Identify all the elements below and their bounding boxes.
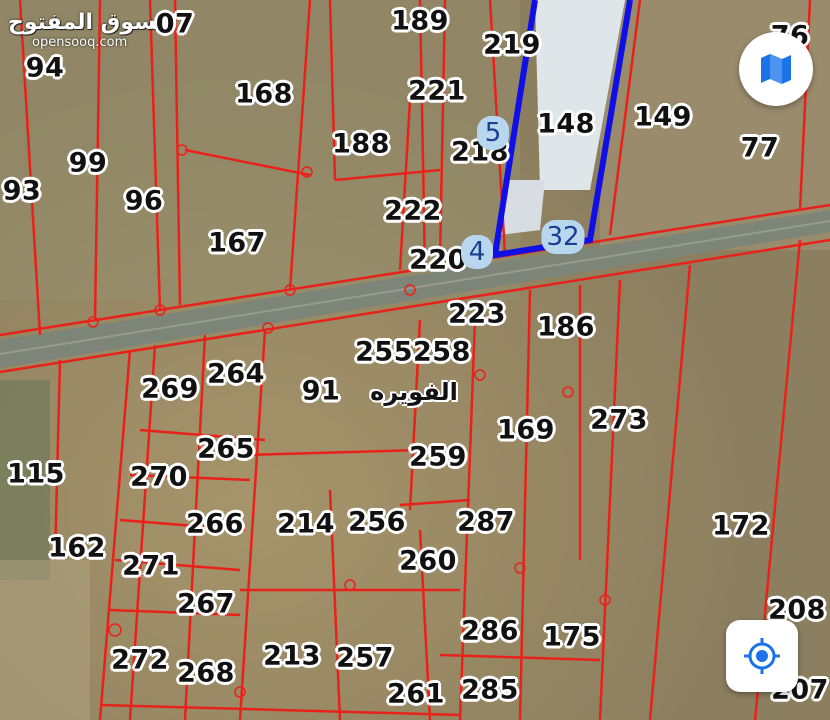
parcel-label: 91	[301, 375, 341, 407]
parcel-label: 96	[124, 185, 164, 217]
parcel-label: 77	[740, 132, 780, 164]
vertex-marker[interactable]: 5	[477, 116, 509, 150]
parcel-label: 257	[336, 642, 394, 674]
parcel-label: 149	[634, 101, 692, 133]
parcel-label: 261	[387, 678, 445, 710]
parcel-label: 259	[409, 441, 467, 473]
parcel-label: 266	[186, 508, 244, 540]
parcel-label: 94	[25, 52, 65, 84]
parcel-label: 115	[7, 458, 65, 490]
parcel-label: 172	[712, 510, 770, 542]
map-layers-button[interactable]	[739, 32, 813, 106]
parcel-label: 162	[48, 532, 106, 564]
parcel-label: 271	[122, 550, 180, 582]
parcel-label: 186	[537, 311, 595, 343]
opensooq-logo: السوق المفتوح opensooq.com	[8, 10, 172, 50]
parcel-label: 272	[111, 644, 169, 676]
logo-text-english: opensooq.com	[32, 35, 128, 50]
parcel-label: 265	[197, 433, 255, 465]
map-canvas[interactable]: السوق المفتوح opensooq.com 07 94 189 219…	[0, 0, 830, 720]
parcel-label: 175	[543, 621, 601, 653]
logo-text-arabic: السوق المفتوح	[8, 10, 173, 35]
parcel-label: 255258	[355, 336, 471, 368]
parcel-label: 267	[177, 588, 235, 620]
parcel-label: 93	[2, 175, 42, 207]
parcel-label: 99	[68, 147, 108, 179]
my-location-icon	[744, 638, 780, 674]
my-location-button[interactable]	[726, 620, 798, 692]
place-name-label: الفويره	[370, 378, 458, 406]
parcel-label: 269	[141, 373, 199, 405]
parcel-label: 222	[384, 195, 442, 227]
parcel-label: 260	[399, 545, 457, 577]
parcel-label: 223	[448, 298, 506, 330]
parcel-label: 169	[497, 414, 555, 446]
parcel-label: 264	[207, 358, 265, 390]
parcel-label: 287	[457, 506, 515, 538]
parcel-label: 167	[208, 227, 266, 259]
parcel-label: 168	[235, 78, 293, 110]
parcel-label: 07	[155, 8, 195, 40]
vertex-marker[interactable]: 32	[541, 220, 585, 254]
parcel-label: 285	[461, 674, 519, 706]
parcel-label: 148	[537, 108, 595, 140]
parcel-label: 213	[263, 640, 321, 672]
parcel-label: 273	[590, 404, 648, 436]
parcel-label: 189	[391, 5, 449, 37]
parcel-label: 270	[130, 461, 188, 493]
parcel-label: 286	[461, 615, 519, 647]
parcel-label: 220	[409, 244, 467, 276]
parcel-label: 221	[408, 75, 466, 107]
parcel-label: 219	[483, 29, 541, 61]
vertex-marker[interactable]: 4	[461, 235, 493, 269]
parcel-label: 256	[348, 506, 406, 538]
parcel-label: 188	[332, 128, 390, 160]
parcel-label: 214	[277, 508, 335, 540]
parcel-label: 268	[177, 657, 235, 689]
map-layers-icon	[761, 54, 791, 84]
